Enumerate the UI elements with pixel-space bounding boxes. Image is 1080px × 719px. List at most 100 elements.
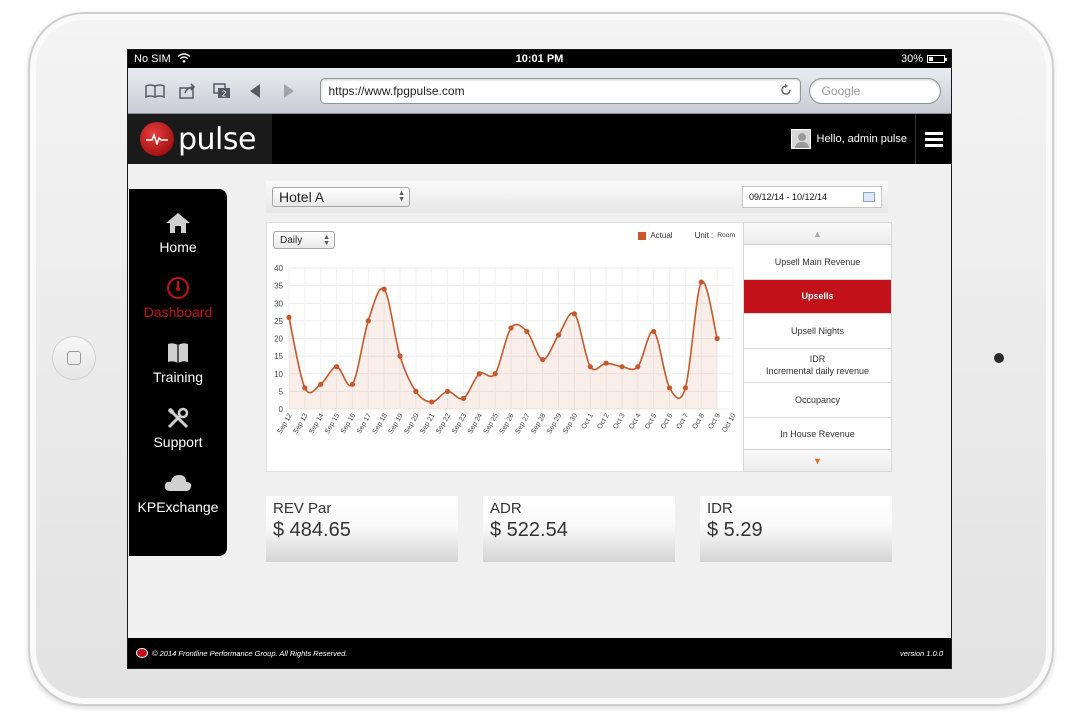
metric-item-label: Upsell Nights (790, 325, 845, 336)
avatar (790, 129, 811, 149)
data-point (666, 385, 673, 391)
x-tick-label: Sep 13 (292, 412, 309, 435)
screen: No SIM 10:01 PM 30% 2 https://www.fpgpul… (127, 49, 952, 669)
data-point (555, 332, 562, 338)
x-tick-label: Oct 3 (612, 412, 626, 430)
sidebar-item-kpexchange[interactable]: KPExchange (129, 471, 227, 536)
hotel-select[interactable]: Hotel A ▲ ▼ (272, 187, 410, 207)
data-point (429, 399, 435, 405)
metric-item-in-house-revenue[interactable]: In House Revenue (744, 418, 891, 452)
select-arrows-icon: ▲ ▼ (398, 190, 405, 203)
footer-logo-icon (136, 648, 148, 658)
x-tick-label: Sep 21 (419, 412, 436, 435)
x-tick-label: Sep 12 (277, 412, 294, 435)
x-tick-label: Oct 6 (660, 412, 674, 430)
metric-item-label: Occupancy (794, 394, 841, 405)
sidebar-item-training[interactable]: Training (129, 341, 227, 406)
metric-item-label: Upsell Main Revenue (774, 256, 861, 267)
x-tick-label: Sep 26 (499, 412, 516, 435)
sidebar-item-label: Dashboard (143, 304, 213, 320)
metric-item-upsells[interactable]: Upsells (744, 279, 891, 314)
metric-item-upsell-main-revenue[interactable]: Upsell Main Revenue (744, 245, 891, 280)
y-tick-label: 40 (274, 264, 283, 273)
x-tick-label: Sep 14 (308, 412, 325, 435)
sidebar-item-home[interactable]: Home (129, 211, 227, 276)
sidebar-item-support[interactable]: Support (129, 406, 227, 471)
x-tick-label: Oct 2 (596, 412, 610, 430)
x-tick-label: Oct 9 (707, 412, 721, 430)
data-point (524, 328, 530, 335)
y-tick-label: 15 (274, 352, 283, 361)
y-tick-label: 5 (279, 387, 284, 396)
y-tick-label: 25 (274, 317, 283, 326)
kpi-value: $ 484.65 (273, 519, 351, 541)
gauge-icon (166, 276, 190, 300)
bookmarks-icon[interactable] (138, 78, 172, 104)
user-menu[interactable]: Hello, admin pulse (790, 129, 907, 149)
ipad-home-button[interactable] (52, 336, 96, 380)
x-tick-label: Sep 28 (530, 412, 547, 435)
data-point (460, 395, 467, 402)
share-icon[interactable] (172, 78, 206, 104)
data-point (508, 325, 514, 331)
tools-icon (166, 406, 190, 430)
data-point (365, 318, 371, 324)
x-tick-label: Sep 22 (435, 412, 452, 435)
legend-swatch (638, 231, 647, 240)
x-tick-label: Sep 16 (340, 412, 357, 435)
metric-list: ▲ Upsell Main Revenue Upsells Upsell Nig… (743, 222, 892, 472)
x-tick-label: Oct 5 (644, 412, 658, 430)
url-bar[interactable]: https://www.fpgpulse.com (319, 77, 801, 104)
data-point (302, 385, 308, 391)
x-tick-label: Oct 8 (692, 412, 706, 430)
x-tick-label: Sep 23 (451, 412, 468, 435)
kpi-card-idr: IDR $ 5.29 (700, 496, 892, 562)
copyright-text: © 2014 Frontline Performance Group. All … (152, 648, 348, 658)
kpi-card-adr: ADR $ 522.54 (483, 496, 675, 562)
metric-item-upsell-nights[interactable]: Upsell Nights (744, 314, 891, 349)
y-tick-label: 35 (274, 282, 283, 291)
scroll-up-arrow-icon[interactable]: ▲ (744, 223, 891, 245)
series-area-actual (289, 281, 718, 409)
x-tick-label: Sep 29 (546, 412, 563, 435)
metric-item-idr[interactable]: IDR Incremental daily revenue (744, 349, 891, 383)
tabs-icon[interactable]: 2 (205, 78, 239, 104)
svg-text:2: 2 (221, 89, 226, 98)
forward-arrow-icon[interactable] (272, 78, 306, 104)
data-point (571, 311, 578, 317)
y-tick-label: 30 (274, 299, 283, 308)
kpi-value: $ 5.29 (707, 519, 763, 541)
browser-toolbar: 2 https://www.fpgpulse.com Google (128, 68, 951, 114)
reload-icon[interactable] (780, 83, 792, 99)
metric-item-occupancy[interactable]: Occupancy (744, 383, 891, 418)
unit-label: Unit : (694, 231, 714, 240)
data-point (619, 364, 625, 370)
kpi-label: ADR (490, 500, 522, 517)
data-point (413, 388, 419, 394)
book-icon (166, 341, 190, 365)
calendar-icon[interactable] (863, 192, 875, 202)
home-icon (165, 211, 191, 235)
search-field[interactable]: Google (808, 77, 941, 104)
date-range-value: 09/12/14 - 10/12/14 (749, 192, 828, 202)
data-point (333, 364, 340, 370)
legend-series-label: Actual (650, 231, 673, 240)
date-range-picker[interactable]: 09/12/14 - 10/12/14 (742, 186, 882, 208)
x-tick-label: Sep 30 (562, 412, 579, 435)
scroll-down-arrow-icon[interactable]: ▼ (744, 449, 891, 471)
sidebar-item-dashboard[interactable]: Dashboard (129, 276, 227, 341)
back-arrow-icon[interactable] (239, 78, 273, 104)
x-tick-label: Oct 4 (628, 412, 642, 430)
footer: © 2014 Frontline Performance Group. All … (128, 638, 951, 668)
metric-item-label: Upsells (801, 291, 834, 302)
data-point (587, 364, 593, 370)
y-tick-label: 0 (279, 405, 284, 414)
x-tick-label: Sep 18 (372, 412, 389, 435)
x-tick-label: Sep 15 (324, 412, 341, 435)
period-select[interactable]: Daily ▲ ▼ (273, 231, 335, 249)
search-placeholder: Google (821, 83, 861, 98)
data-point (444, 388, 451, 394)
pulse-logo[interactable]: pulse (128, 114, 272, 164)
hamburger-menu-icon[interactable] (915, 114, 951, 164)
x-tick-label: Sep 24 (467, 412, 484, 435)
